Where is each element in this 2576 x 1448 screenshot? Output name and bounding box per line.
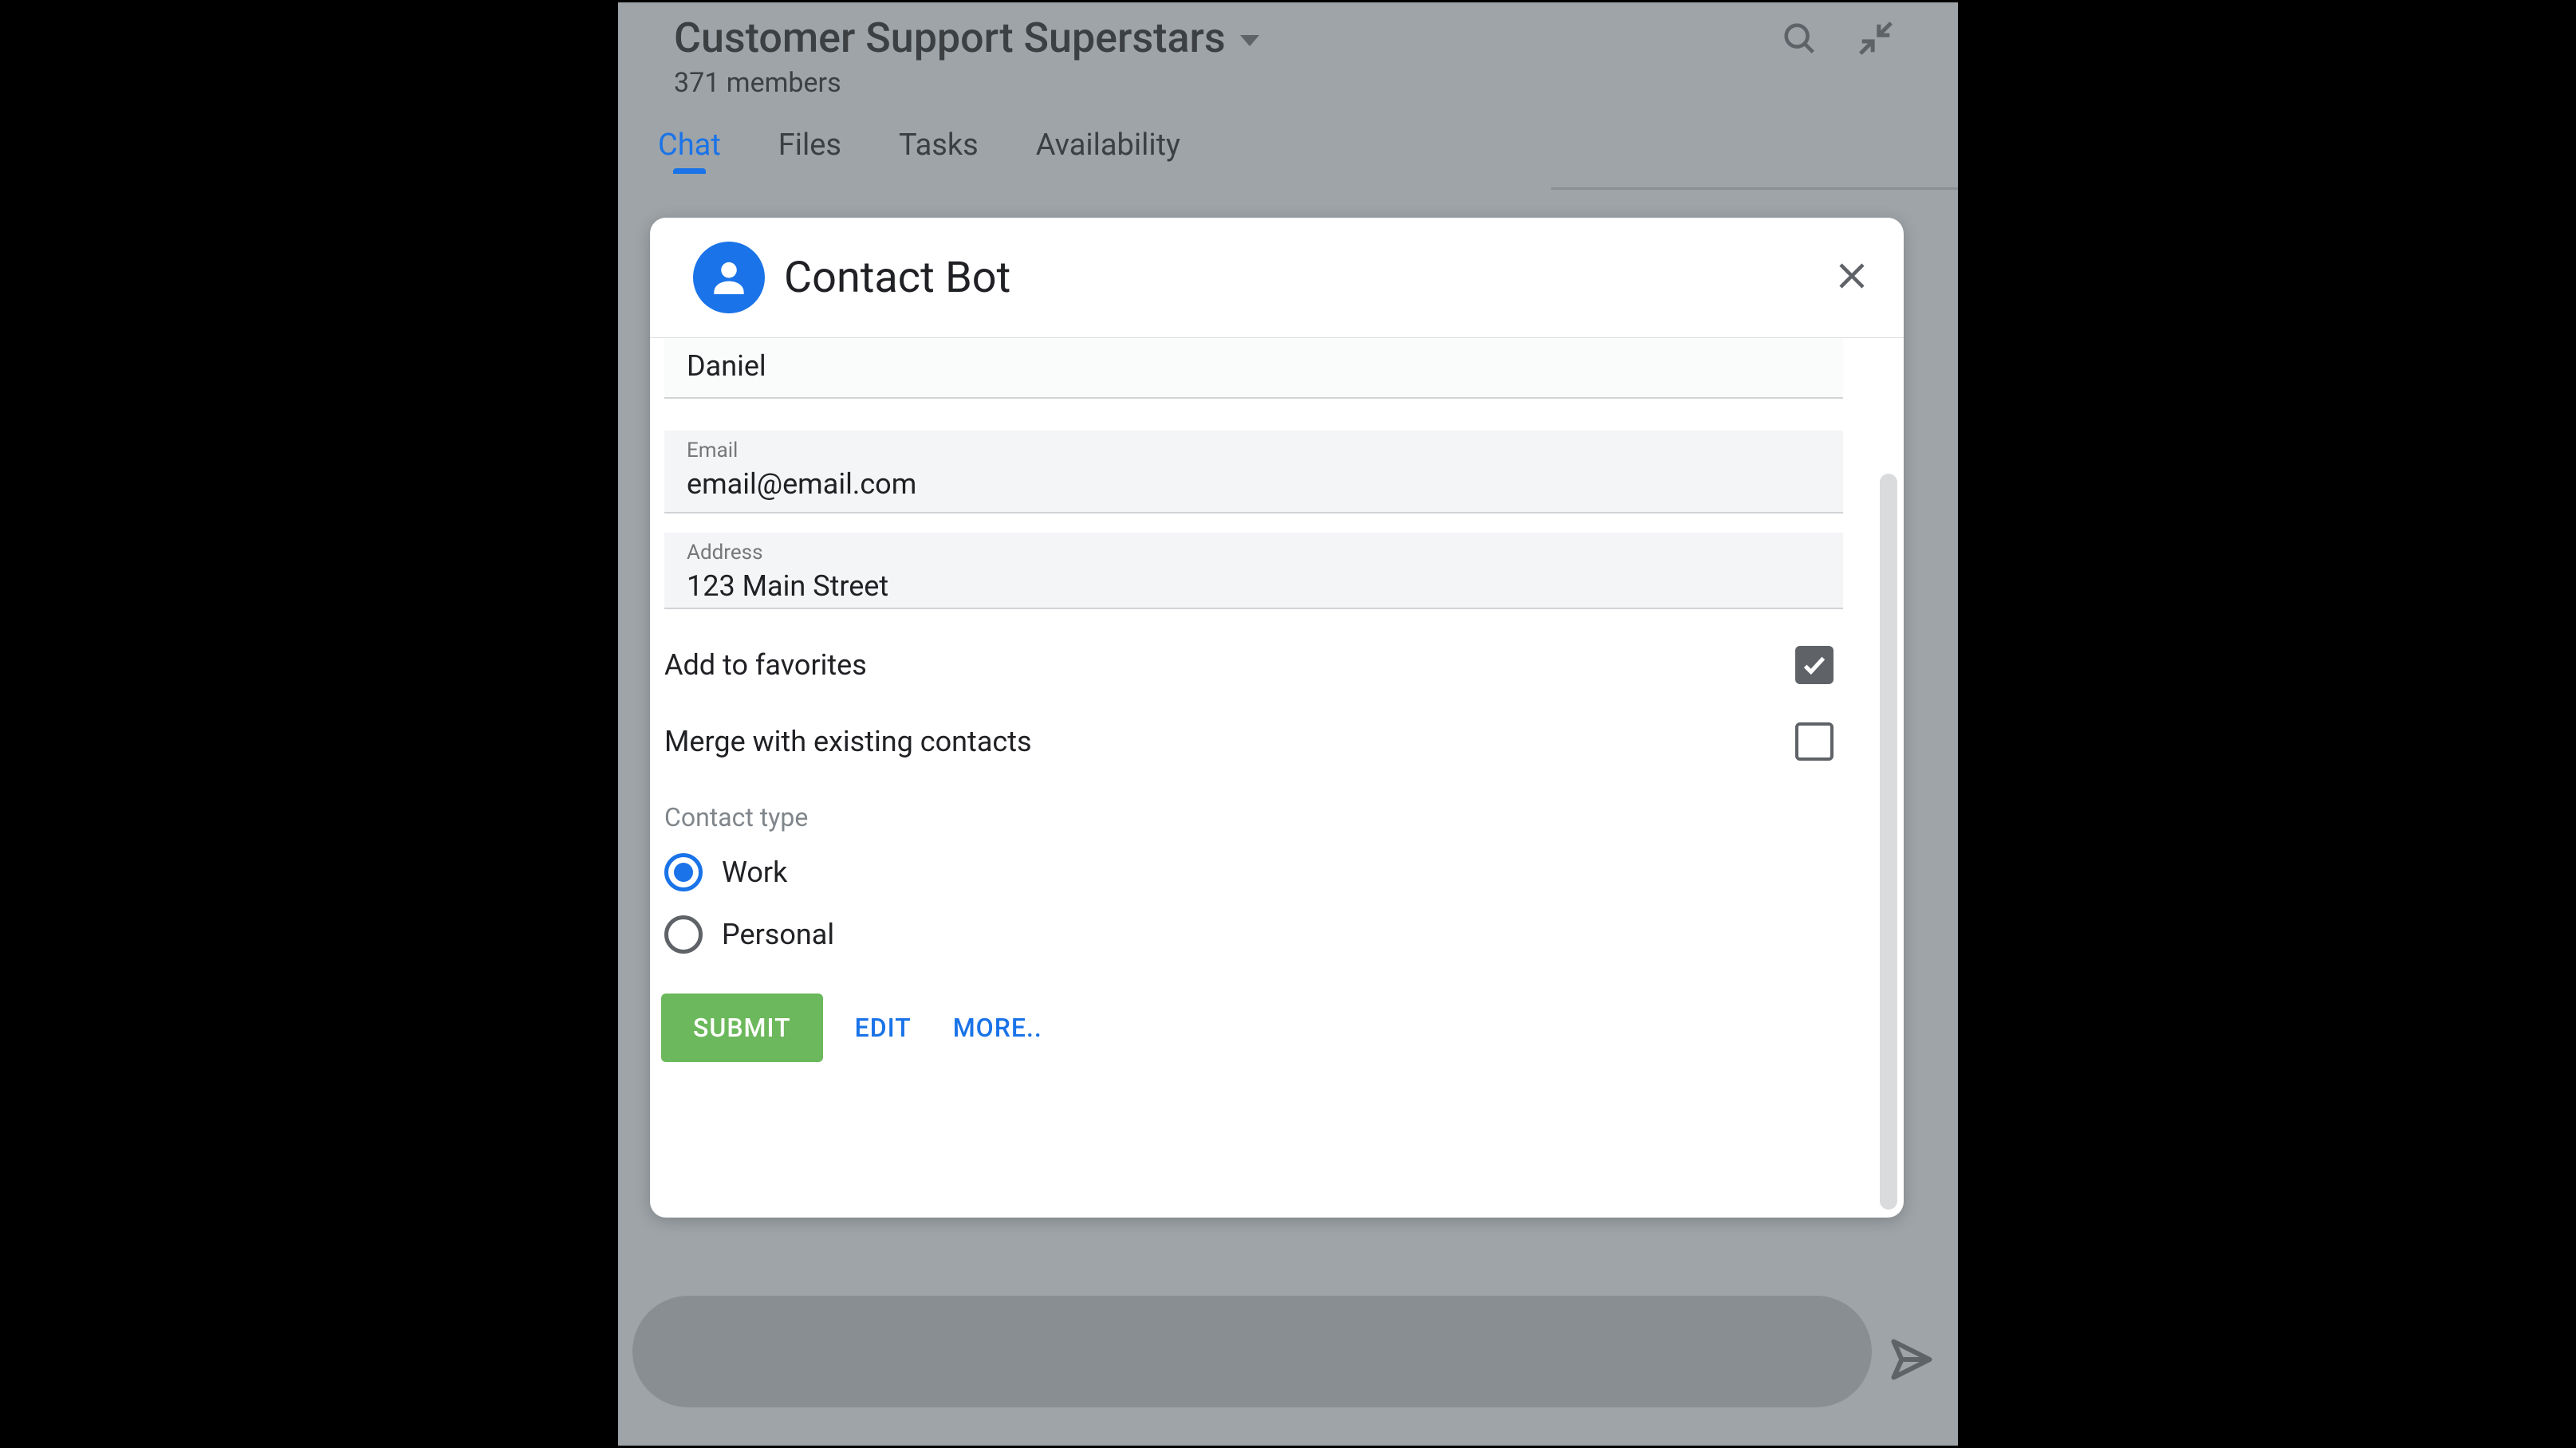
favorites-label: Add to favorites bbox=[664, 648, 867, 682]
room-header: Customer Support Superstars bbox=[618, 2, 1958, 99]
tab-availability[interactable]: Availability bbox=[1036, 128, 1180, 172]
email-field[interactable]: Email email@email.com bbox=[664, 431, 1843, 513]
name-value: Daniel bbox=[687, 349, 1821, 383]
merge-row[interactable]: Merge with existing contacts bbox=[664, 722, 1843, 761]
more-button[interactable]: MORE.. bbox=[943, 994, 1052, 1062]
contact-type-label: Contact type bbox=[664, 802, 1875, 832]
edit-button[interactable]: EDIT bbox=[845, 994, 921, 1062]
radio-work[interactable]: Work bbox=[664, 853, 1875, 891]
merge-checkbox[interactable] bbox=[1795, 722, 1834, 761]
member-count: 371 members bbox=[674, 67, 1902, 99]
scroll-area: Daniel Email email@email.com Address 123… bbox=[650, 338, 1875, 1218]
radio-personal-button[interactable] bbox=[664, 915, 703, 954]
collapse-icon[interactable] bbox=[1857, 20, 1894, 57]
chevron-down-icon[interactable] bbox=[1240, 35, 1259, 46]
header-actions bbox=[1781, 20, 1902, 57]
submit-button[interactable]: SUBMIT bbox=[661, 994, 823, 1062]
send-icon[interactable] bbox=[1888, 1336, 1936, 1387]
chat-app-window: Customer Support Superstars bbox=[618, 2, 1958, 1446]
address-label: Address bbox=[687, 541, 1821, 565]
dialog-actions: SUBMIT EDIT MORE.. bbox=[661, 994, 1875, 1062]
scrollbar[interactable] bbox=[1880, 474, 1897, 1210]
radio-dot-icon bbox=[674, 863, 693, 882]
email-label: Email bbox=[687, 439, 1821, 462]
radio-personal-label: Personal bbox=[722, 918, 834, 951]
favorites-row[interactable]: Add to favorites bbox=[664, 646, 1843, 684]
search-icon[interactable] bbox=[1781, 20, 1818, 57]
contact-bot-dialog: Contact Bot Daniel Email email@email.com bbox=[650, 218, 1904, 1218]
title-row: Customer Support Superstars bbox=[674, 14, 1902, 62]
tab-files[interactable]: Files bbox=[778, 128, 841, 172]
name-field[interactable]: Daniel bbox=[664, 338, 1843, 399]
dialog-header: Contact Bot bbox=[650, 218, 1904, 338]
dialog-body: Daniel Email email@email.com Address 123… bbox=[650, 338, 1904, 1218]
address-field[interactable]: Address 123 Main Street bbox=[664, 533, 1843, 609]
message-input[interactable] bbox=[632, 1296, 1872, 1407]
title-left: Customer Support Superstars bbox=[674, 14, 1259, 62]
address-value: 123 Main Street bbox=[687, 569, 1821, 603]
favorites-checkbox[interactable] bbox=[1795, 646, 1834, 684]
close-icon[interactable] bbox=[1835, 259, 1869, 296]
dialog-title-wrap: Contact Bot bbox=[693, 242, 1010, 313]
dialog-title: Contact Bot bbox=[784, 253, 1010, 303]
tab-chat[interactable]: Chat bbox=[658, 128, 721, 172]
radio-personal[interactable]: Personal bbox=[664, 915, 1875, 954]
radio-work-label: Work bbox=[722, 856, 787, 889]
email-value: email@email.com bbox=[687, 467, 1821, 501]
room-title[interactable]: Customer Support Superstars bbox=[674, 14, 1226, 62]
tab-bar: Chat Files Tasks Availability bbox=[618, 99, 1958, 172]
tab-divider bbox=[1551, 187, 1958, 190]
person-icon bbox=[693, 242, 765, 313]
radio-work-button[interactable] bbox=[664, 853, 703, 891]
merge-label: Merge with existing contacts bbox=[664, 725, 1032, 758]
tab-tasks[interactable]: Tasks bbox=[899, 128, 979, 172]
